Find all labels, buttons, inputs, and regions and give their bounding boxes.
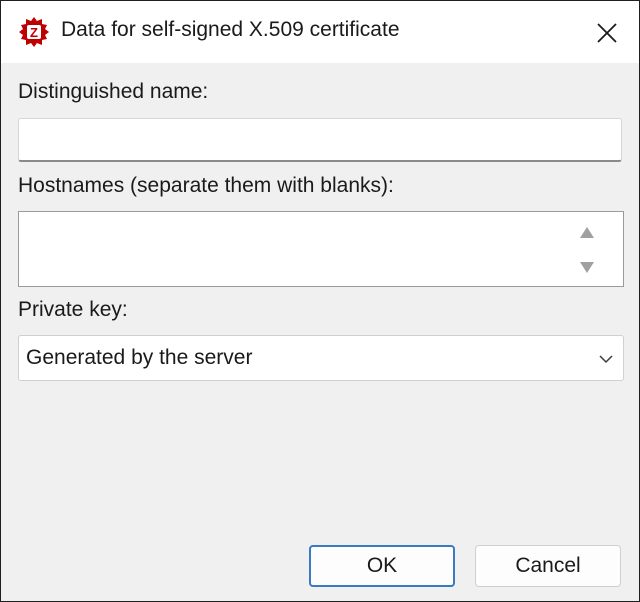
distinguished-name-input[interactable] (18, 118, 622, 162)
cancel-button[interactable]: Cancel (475, 545, 621, 587)
close-icon (597, 23, 617, 43)
window-title: Data for self-signed X.509 certificate (61, 18, 400, 41)
hostnames-label: Hostnames (separate them with blanks): (18, 174, 394, 197)
private-key-label: Private key: (18, 298, 128, 321)
filezilla-logo-icon: Z (19, 17, 49, 47)
scroll-down-arrow-icon[interactable] (579, 259, 595, 275)
chevron-down-icon (599, 352, 613, 364)
svg-text:Z: Z (30, 25, 38, 40)
private-key-dropdown[interactable]: Generated by the server (18, 335, 624, 381)
close-button[interactable] (587, 13, 627, 53)
title-bar: Z Data for self-signed X.509 certificate (1, 1, 639, 63)
ok-button[interactable]: OK (309, 545, 455, 587)
distinguished-name-label: Distinguished name: (18, 80, 209, 103)
scroll-up-arrow-icon[interactable] (579, 225, 595, 241)
hostnames-textarea[interactable] (18, 211, 624, 287)
private-key-selected-value: Generated by the server (26, 346, 253, 369)
dialog-window: Z Data for self-signed X.509 certificate… (0, 0, 640, 602)
